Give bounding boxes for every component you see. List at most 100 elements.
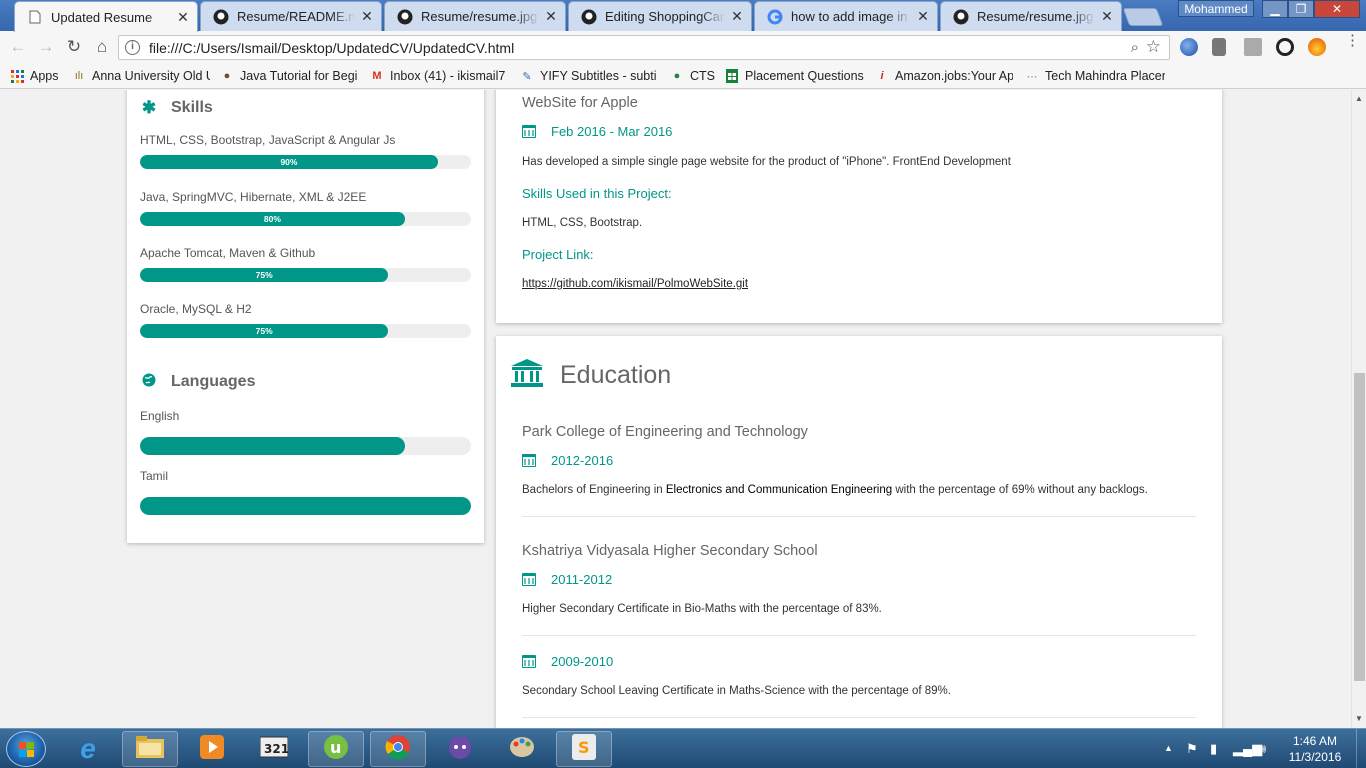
internet-explorer-icon: e (80, 733, 96, 764)
bookmark-star-icon[interactable]: ☆ (1146, 37, 1161, 57)
taskbar-internet-explorer[interactable]: e (60, 731, 116, 767)
chrome-menu-icon[interactable]: ⋮ (1345, 33, 1360, 48)
close-icon[interactable]: ✕ (177, 9, 189, 26)
info-icon[interactable]: i (125, 40, 140, 55)
volume-icon[interactable]: 🔊︎ (1258, 741, 1266, 757)
tab-updated-resume[interactable]: Updated Resume ✕ (14, 1, 198, 32)
extension-globe-icon[interactable] (1180, 38, 1198, 56)
project-title: WebSite for Apple (522, 95, 638, 111)
tab-google-search[interactable]: how to add image in re ✕ (754, 1, 938, 31)
media-player-icon (200, 734, 224, 764)
taskbar-paint[interactable] (494, 731, 550, 767)
tab-resume-jpg-2[interactable]: Resume/resume.jpg at ✕ (940, 1, 1122, 31)
tab-shoppingcart[interactable]: Editing ShoppingCart/R ✕ (568, 1, 752, 31)
tab-resume-jpg[interactable]: Resume/resume.jpg at ✕ (384, 1, 566, 31)
address-bar[interactable]: i file:///C:/Users/Ismail/Desktop/Update… (118, 35, 1170, 60)
bookmark-apps[interactable]: Apps (10, 67, 70, 85)
extension-fire-icon[interactable] (1308, 38, 1326, 56)
extension-angular-icon[interactable] (1244, 38, 1262, 56)
system-clock[interactable]: 1:46 AM 11/3/2016 (1280, 733, 1350, 765)
reload-button[interactable]: ↻ (64, 37, 84, 57)
windows-taskbar: e 321 u S ▲ ⚑ ▮ ▂▄▆ 🔊︎ 1:46 AM 11/3/2016 (0, 728, 1366, 768)
extension-audio-icon[interactable] (1212, 38, 1226, 56)
show-hidden-icons-icon[interactable]: ▲ (1164, 743, 1173, 753)
bookmark-anna-university[interactable]: ılı Anna University Old U (72, 67, 210, 85)
yify-icon: ✎ (522, 70, 532, 83)
tab-title: how to add image in re (791, 9, 911, 24)
bookmark-label: Tech Mahindra Placen (1045, 69, 1165, 83)
project-link[interactable]: https://github.com/ikismail/PolmoWebSite… (522, 278, 748, 290)
bookmark-cts[interactable]: ● CTS (670, 67, 718, 85)
bookmark-label: Inbox (41) - ikismail7 (390, 69, 506, 83)
skill-label: Oracle, MySQL & H2 (140, 302, 252, 316)
calendar-icon (522, 125, 536, 138)
asterisk-icon: ✱ (141, 98, 157, 117)
description-text: with the percentage of 69% without any b… (892, 484, 1148, 496)
scrollbar-thumb[interactable] (1354, 373, 1365, 681)
clock-date: 11/3/2016 (1288, 750, 1342, 764)
bookmark-label: Anna University Old U (92, 69, 210, 83)
zoom-icon[interactable]: ⌕ (1131, 39, 1139, 56)
tab-title: Resume/resume.jpg at (421, 9, 539, 24)
language-bar-fill (140, 497, 471, 515)
taskbar-file-explorer[interactable] (122, 731, 178, 767)
taskbar-sublime-text[interactable]: S (556, 731, 612, 767)
bookmark-java-tutorial[interactable]: ● Java Tutorial for Begin (220, 67, 358, 85)
bookmark-yify-subtitles[interactable]: ✎ YIFY Subtitles - subti (520, 67, 658, 85)
bookmark-label: Apps (30, 69, 59, 83)
maximize-button[interactable]: ❐ (1288, 0, 1314, 18)
taskbar-utorrent[interactable]: u (308, 731, 364, 767)
taskbar-media-player-classic[interactable]: 321 (246, 731, 302, 767)
language-bar (140, 497, 471, 515)
url-text[interactable]: file:///C:/Users/Ismail/Desktop/UpdatedC… (149, 40, 514, 56)
close-icon[interactable]: ✕ (545, 8, 557, 25)
bookmark-tech-mahindra[interactable]: ⋯ Tech Mahindra Placen (1025, 67, 1166, 85)
browser-tab-strip: Updated Resume ✕ Resume/README.md at ✕ R… (0, 0, 1366, 32)
project-date: Feb 2016 - Mar 2016 (551, 124, 673, 139)
close-window-button[interactable]: ✕ (1314, 0, 1360, 18)
profile-button[interactable]: Mohammed (1178, 0, 1254, 17)
project-link-heading: Project Link: (522, 247, 594, 262)
bookmark-label: Java Tutorial for Begin (240, 69, 358, 83)
close-icon[interactable]: ✕ (731, 8, 743, 25)
utorrent-icon: u (323, 734, 349, 765)
bookmark-amazon-jobs[interactable]: i Amazon.jobs:Your Ap (875, 67, 1013, 85)
skill-bar: 75% (140, 268, 471, 282)
scroll-up-icon[interactable]: ▲ (1355, 94, 1363, 103)
vertical-scrollbar[interactable]: ▲ ▼ (1351, 90, 1366, 728)
school-description: Bachelors of Engineering in Electronics … (522, 484, 1148, 496)
close-icon[interactable]: ✕ (1101, 8, 1113, 25)
home-button[interactable]: ⌂ (92, 37, 112, 57)
close-icon[interactable]: ✕ (361, 8, 373, 25)
battery-icon[interactable]: ▮ (1210, 741, 1217, 757)
scroll-down-icon[interactable]: ▼ (1355, 714, 1363, 723)
folder-icon (136, 735, 164, 763)
skill-bar-fill: 90% (140, 155, 438, 169)
language-bar (140, 437, 471, 455)
extension-sync-icon[interactable] (1276, 38, 1294, 56)
school-name: Kshatriya Vidyasala Higher Secondary Sch… (522, 543, 818, 559)
calendar-icon (522, 655, 536, 668)
bookmark-gmail-inbox[interactable]: M Inbox (41) - ikismail7 (370, 67, 510, 85)
taskbar-purple-app[interactable] (432, 731, 488, 767)
close-icon[interactable]: ✕ (917, 8, 929, 25)
page-viewport: ✱ Skills HTML, CSS, Bootstrap, JavaScrip… (0, 90, 1351, 728)
tab-readme[interactable]: Resume/README.md at ✕ (200, 1, 382, 31)
taskbar-chrome[interactable] (370, 731, 426, 767)
forward-button[interactable]: → (36, 37, 56, 57)
action-center-flag-icon[interactable]: ⚑ (1186, 741, 1198, 757)
new-tab-button[interactable] (1122, 8, 1164, 26)
bookmark-placement-questions[interactable]: Placement Questions (725, 67, 865, 85)
start-button[interactable] (6, 731, 46, 767)
mpc-icon: 321 (259, 735, 289, 764)
back-button[interactable]: ← (8, 37, 28, 57)
skill-bar-fill: 75% (140, 268, 389, 282)
show-desktop-button[interactable] (1356, 729, 1366, 768)
degree-name: Electronics and Communication Engineerin… (665, 484, 893, 496)
education-card: Education Park College of Engineering an… (496, 336, 1222, 728)
school-years: 2009-2010 (551, 654, 614, 669)
minimize-button[interactable]: ▁ (1262, 0, 1288, 18)
taskbar-media-player[interactable] (184, 731, 240, 767)
bookmarks-bar: Apps ılı Anna University Old U ● Java Tu… (0, 63, 1366, 89)
java-tutorial-icon: ● (223, 70, 231, 82)
